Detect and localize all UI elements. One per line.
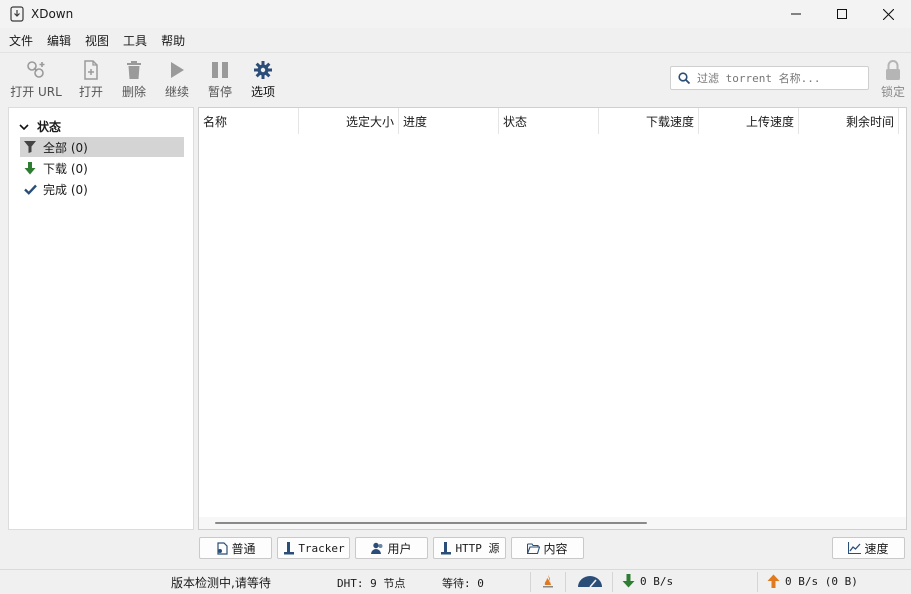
scrollbar-thumb[interactable] — [215, 522, 647, 524]
column-selected-size[interactable]: 选定大小 — [299, 108, 399, 134]
resume-button[interactable]: 继续 — [162, 59, 192, 103]
dht-status: DHT: 9 节点 — [337, 577, 406, 590]
window-title: XDown — [31, 7, 74, 21]
search-input[interactable] — [697, 71, 867, 85]
download-rate: 0 B/s — [640, 574, 674, 588]
open-url-button[interactable]: 打开 URL — [10, 59, 62, 103]
tab-label: Tracker — [298, 541, 345, 555]
close-icon — [882, 8, 894, 20]
status-group-label: 状态 — [37, 120, 62, 134]
tab-label: 普通 — [231, 541, 256, 556]
column-download-speed[interactable]: 下载速度 — [599, 108, 699, 134]
tab-label: 用户 — [387, 541, 412, 556]
waiting-status: 等待: 0 — [442, 577, 484, 590]
options-label: 选项 — [250, 85, 275, 99]
search-icon — [678, 72, 690, 84]
open-label: 打开 — [78, 85, 103, 99]
column-remaining-time[interactable]: 剩余时间 — [799, 108, 899, 134]
play-icon — [169, 59, 185, 81]
upload-arrow-icon — [767, 574, 780, 588]
version-check-status: 版本检测中,请等待 — [171, 576, 271, 590]
menu-tools[interactable]: 工具 — [123, 32, 147, 49]
lock-button[interactable]: 锁定 — [876, 59, 910, 100]
status-separator — [530, 572, 531, 592]
tab-peers[interactable]: 用户 — [355, 537, 428, 559]
upload-rate: 0 B/s (0 B) — [785, 574, 858, 588]
chevron-down-icon — [19, 123, 29, 130]
title-bar: XDown — [0, 0, 911, 28]
column-header-row: 名称 选定大小 进度 状态 下载速度 上传速度 剩余时间 — [199, 108, 906, 134]
open-url-label: 打开 URL — [10, 85, 62, 99]
minimize-button[interactable] — [773, 0, 819, 28]
menu-edit[interactable]: 编辑 — [47, 32, 71, 49]
open-button[interactable]: 打开 — [76, 59, 106, 103]
app-logo-icon — [10, 6, 24, 22]
trash-icon — [126, 59, 142, 81]
tab-label: HTTP 源 — [455, 542, 500, 555]
toolbar: 打开 URL 打开 删除 继续 暂停 选项 过滤 torrent 名称... 锁… — [0, 52, 911, 104]
tab-content[interactable]: 内容 — [511, 537, 584, 559]
maximize-icon — [837, 9, 847, 19]
download-arrow-icon — [23, 161, 37, 175]
delete-label: 删除 — [121, 85, 146, 99]
status-separator — [612, 572, 613, 592]
close-button[interactable] — [865, 0, 911, 28]
pause-label: 暂停 — [207, 85, 232, 99]
filter-icon — [23, 140, 37, 154]
folder-open-icon — [527, 542, 541, 555]
lock-label: 锁定 — [880, 85, 905, 99]
download-arrow-icon — [622, 574, 635, 588]
detail-tabs: 普通 Tracker 用户 HTTP 源 内容 速度 — [0, 537, 911, 559]
resume-label: 继续 — [164, 85, 189, 99]
sidebar-item-downloading[interactable]: 下载 (0) — [20, 158, 184, 178]
sidebar-item-label: 完成 (0) — [43, 182, 88, 197]
http-source-icon — [439, 541, 452, 555]
tab-http-source[interactable]: HTTP 源 — [433, 537, 506, 559]
search-box — [670, 66, 869, 90]
status-separator — [757, 572, 758, 592]
pause-button[interactable]: 暂停 — [205, 59, 235, 103]
column-upload-speed[interactable]: 上传速度 — [699, 108, 799, 134]
line-chart-icon — [848, 542, 862, 555]
upload-rate-indicator[interactable]: 0 B/s (0 B) — [767, 574, 858, 588]
lock-icon — [884, 59, 902, 81]
menu-file[interactable]: 文件 — [9, 32, 33, 49]
column-status[interactable]: 状态 — [499, 108, 599, 134]
column-progress[interactable]: 进度 — [399, 108, 499, 134]
horizontal-scrollbar[interactable] — [199, 517, 906, 529]
menu-bar: 文件 编辑 视图 工具 帮助 — [0, 28, 911, 52]
status-separator — [565, 572, 566, 592]
menu-help[interactable]: 帮助 — [161, 32, 185, 49]
tab-label: 内容 — [543, 541, 568, 556]
gear-icon — [254, 59, 272, 81]
column-name[interactable]: 名称 — [199, 108, 299, 134]
minimize-icon — [791, 13, 801, 15]
torrent-list: 名称 选定大小 进度 状态 下载速度 上传速度 剩余时间 — [198, 107, 907, 530]
tab-label: 速度 — [864, 541, 889, 556]
tab-tracker[interactable]: Tracker — [277, 537, 350, 559]
speed-limit-icon[interactable] — [577, 575, 603, 588]
document-icon — [215, 541, 228, 555]
maximize-button[interactable] — [819, 0, 865, 28]
tracker-icon — [282, 541, 295, 555]
pause-icon — [211, 59, 229, 81]
status-group-header[interactable]: 状态 — [19, 118, 61, 135]
users-icon — [371, 542, 384, 555]
status-sidebar: 状态 全部 (0) 下载 (0) 完成 (0) — [8, 107, 194, 530]
file-add-icon — [82, 59, 100, 81]
status-bar: 版本检测中,请等待 DHT: 9 节点 等待: 0 0 B/s 0 B/s (0… — [0, 569, 911, 594]
tab-speed[interactable]: 速度 — [832, 537, 905, 559]
sidebar-item-all[interactable]: 全部 (0) — [20, 137, 184, 157]
options-button[interactable]: 选项 — [248, 59, 278, 103]
download-rate-indicator[interactable]: 0 B/s — [622, 574, 673, 588]
checkmark-icon — [23, 182, 37, 196]
sidebar-item-label: 全部 (0) — [43, 140, 88, 155]
tab-general[interactable]: 普通 — [199, 537, 272, 559]
sidebar-item-completed[interactable]: 完成 (0) — [20, 179, 184, 199]
sidebar-item-label: 下载 (0) — [43, 161, 88, 176]
menu-view[interactable]: 视图 — [85, 32, 109, 49]
connection-status-icon[interactable] — [541, 574, 555, 589]
delete-button[interactable]: 删除 — [119, 59, 149, 103]
link-icon — [25, 59, 47, 81]
